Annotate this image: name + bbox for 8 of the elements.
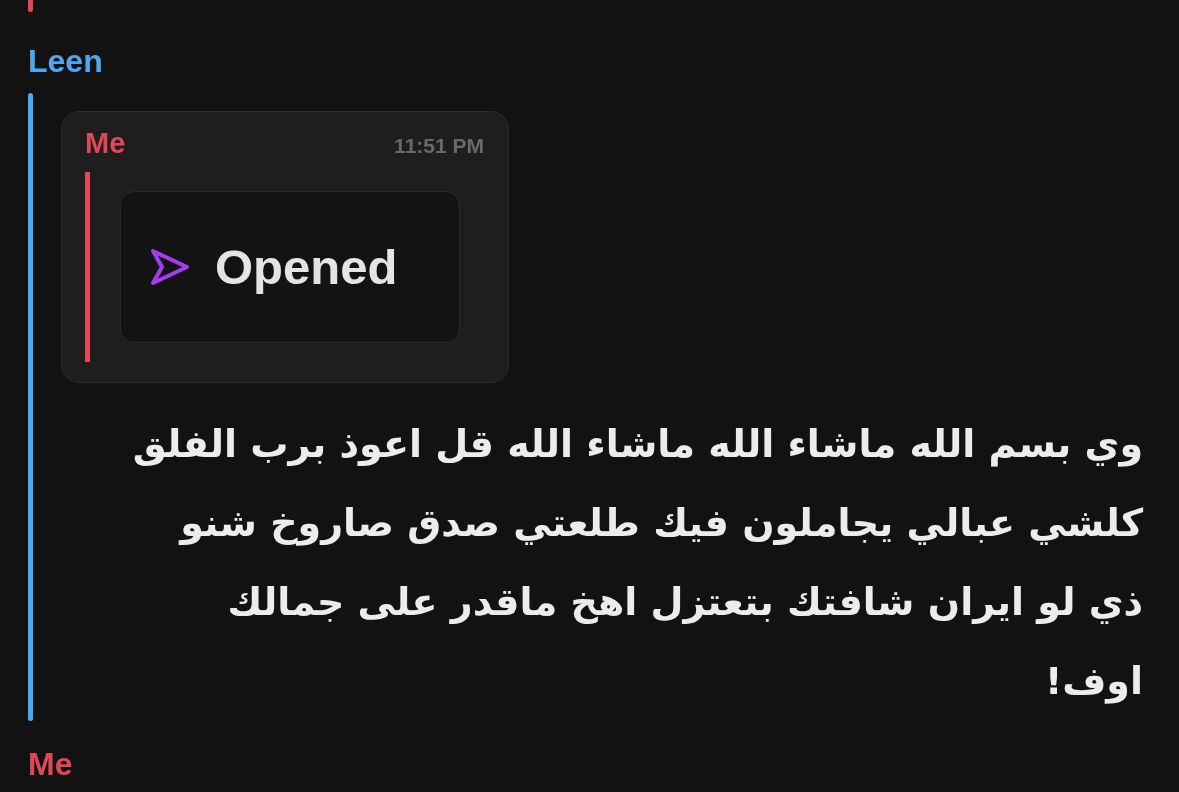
status-text: Opened bbox=[215, 239, 398, 295]
sender-name: Leen bbox=[28, 42, 103, 80]
reply-time: 11:51 PM bbox=[394, 134, 484, 158]
sender-name: Me bbox=[28, 745, 73, 783]
reply-sender-name: Me bbox=[85, 126, 126, 160]
reply-card[interactable]: Me 11:51 PM Opened bbox=[61, 111, 509, 383]
arrow-icon bbox=[150, 247, 190, 287]
message-text: وي بسم الله ماشاء الله ماشاء الله قل اعوذ برب الفلق كلشي عبالي يجاملون فيك طلعتي صدق صاروخ شنو ذي لو ايران شافتك بتعتزل اهخ ماقدر على جمالك اوف! bbox=[131, 421, 1143, 706]
